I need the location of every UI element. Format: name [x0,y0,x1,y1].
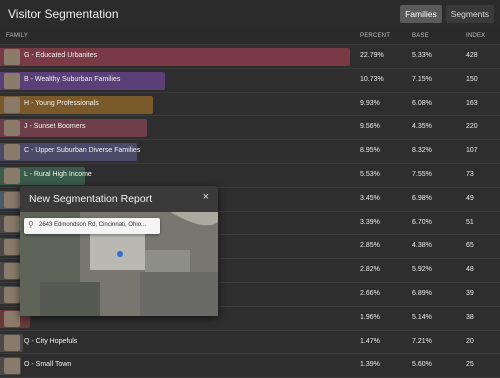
page-title: Visitor Segmentation [8,7,119,21]
percent-value: 10.73% [360,75,384,83]
percent-value: 22.79% [360,52,384,59]
search-icon: ⚲ [28,220,34,229]
family-thumbnail [4,120,20,137]
base-value: 8.32% [412,147,432,155]
family-thumbnail [4,144,20,161]
index-value: 73 [466,170,474,178]
dialog-title: New Segmentation Report [29,193,153,205]
column-header-family[interactable]: FAMILY [6,33,28,39]
family-thumbnail [4,358,20,375]
base-value: 5.60% [412,361,432,369]
family-thumbnail [4,310,20,327]
percent-value: 3.39% [360,218,380,226]
column-header-percent[interactable]: PERCENT [360,33,390,39]
family-thumbnail [4,286,20,303]
table-row[interactable]: G - Educated Urbanites 22.79% 5.33% 428 [0,45,500,69]
base-value: 4.35% [412,123,432,131]
percent-value: 1.39% [360,361,380,369]
table-row[interactable]: C - Upper Suburban Diverse Families 8.95%… [0,140,500,164]
family-name: J - Sunset Boomers [24,123,86,131]
family-thumbnail [4,263,20,280]
index-value: 48 [466,266,474,274]
tab-segments[interactable]: Segments [445,5,494,23]
close-icon[interactable]: × [203,191,209,203]
base-value: 6.98% [412,194,432,202]
table-row[interactable]: L - Rural High Income 5.53% 7.55% 73 [0,164,500,188]
family-name: H - Young Professionals [24,99,99,107]
family-thumbnail [4,96,20,113]
column-header-index[interactable]: INDEX [466,33,485,39]
family-name: O - Small Town [24,361,72,369]
family-name: G - Educated Urbanites [24,52,98,59]
table-row[interactable]: Q - City Hopefuls 1.47% 7.21% 20 [0,331,500,355]
base-value: 5.92% [412,266,432,274]
family-thumbnail [4,191,20,208]
index-value: 107 [466,147,478,155]
index-value: 65 [466,242,474,250]
index-value: 25 [466,361,474,369]
family-name: L - Rural High Income [24,170,92,178]
percent-value: 9.56% [360,123,380,131]
column-header-base[interactable]: BASE [412,33,429,39]
percent-value: 2.66% [360,289,380,297]
index-value: 39 [466,289,474,297]
index-value: 51 [466,218,474,226]
percent-value: 1.96% [360,313,380,321]
percent-value: 8.95% [360,147,380,155]
tab-families[interactable]: Families [400,5,442,23]
percent-value: 2.85% [360,242,380,250]
index-value: 163 [466,99,478,107]
base-value: 5.33% [412,52,432,59]
index-value: 20 [466,337,474,345]
family-name: B - Wealthy Suburban Families [24,75,121,83]
base-value: 5.14% [412,313,432,321]
index-value: 49 [466,194,474,202]
family-thumbnail [4,334,20,351]
base-value: 6.08% [412,99,432,107]
table-row[interactable]: H - Young Professionals 9.93% 6.08% 163 [0,93,500,117]
index-value: 150 [466,75,478,83]
family-thumbnail [4,239,20,256]
family-thumbnail [4,215,20,232]
base-value: 7.21% [412,337,432,345]
base-value: 6.89% [412,289,432,297]
table-header: FAMILY PERCENT BASE INDEX [0,28,500,45]
family-thumbnail [4,167,20,184]
family-thumbnail [4,72,20,89]
base-value: 7.55% [412,170,432,178]
table-row[interactable]: J - Sunset Boomers 9.56% 4.35% 220 [0,116,500,141]
table-row[interactable]: B - Wealthy Suburban Families 10.73% 7.15%… [0,69,500,93]
percent-value: 9.93% [360,99,380,107]
percent-value: 5.53% [360,170,380,178]
index-value: 428 [466,52,478,59]
address-search-input[interactable]: ⚲ 2643 Edmondson Rd, Cincinnati, Ohio... [24,218,160,234]
index-value: 220 [466,123,478,131]
base-value: 7.15% [412,75,432,83]
percent-value: 2.82% [360,266,380,274]
index-value: 38 [466,313,474,321]
app-header: Visitor Segmentation Families Segments [0,0,500,28]
family-thumbnail [4,49,20,65]
address-search-value: 2643 Edmondson Rd, Cincinnati, Ohio... [39,222,147,228]
base-value: 4.38% [412,242,432,250]
percent-value: 3.45% [360,194,380,202]
family-name: C - Upper Suburban Diverse Families [24,147,141,155]
family-name: Q - City Hopefuls [24,337,78,345]
view-tabs: Families Segments [400,5,494,23]
new-segmentation-report-dialog: New Segmentation Report × [20,186,218,316]
table-row[interactable]: O - Small Town 1.39% 5.60% 25 [0,354,500,378]
base-value: 6.70% [412,218,432,226]
percent-value: 1.47% [360,337,380,345]
